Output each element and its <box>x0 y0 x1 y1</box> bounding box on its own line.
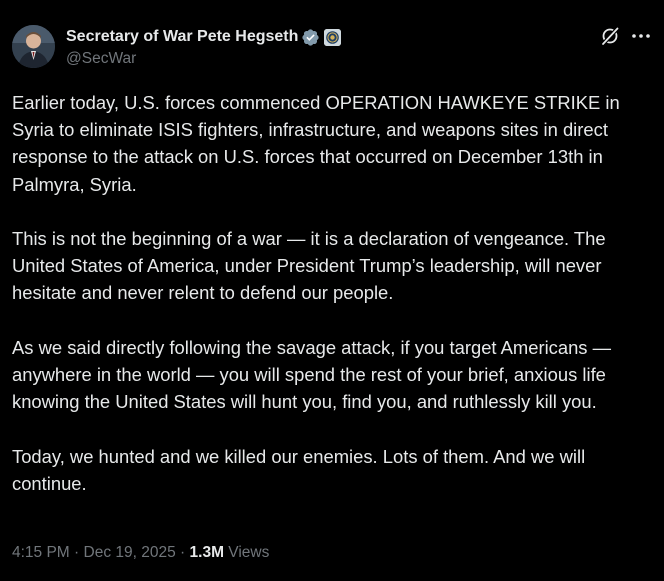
post-text: Earlier today, U.S. forces commenced OPE… <box>12 89 654 524</box>
post-paragraph: This is not the beginning of a war — it … <box>12 228 606 304</box>
views-label: Views <box>228 544 270 561</box>
post-time[interactable]: 4:15 PM <box>12 544 70 561</box>
meta-separator: · <box>175 544 190 561</box>
post: Secretary of War Pete Hegseth @SecWar Ea… <box>0 0 664 581</box>
avatar-image <box>12 25 55 68</box>
post-paragraph: As we said directly following the savage… <box>12 336 611 413</box>
views-count[interactable]: 1.3M <box>190 544 224 561</box>
author-display-name[interactable]: Secretary of War Pete Hegseth <box>66 28 298 46</box>
author-handle[interactable]: @SecWar <box>66 50 341 68</box>
post-paragraph: Earlier today, U.S. forces commenced OPE… <box>12 92 620 195</box>
name-row: Secretary of War Pete Hegseth <box>66 27 342 47</box>
government-seal-icon[interactable] <box>324 28 342 46</box>
more-options-icon[interactable] <box>630 26 652 46</box>
meta-separator: · <box>69 544 84 561</box>
verified-badge-icon[interactable] <box>301 28 320 47</box>
post-paragraph: Today, we hunted and we killed our enemi… <box>12 445 586 494</box>
avatar[interactable] <box>12 25 55 68</box>
author-info: Secretary of War Pete Hegseth @SecWar <box>66 27 342 68</box>
post-metadata: 4:15 PM · Dec 19, 2025 · 1.3M Views <box>12 544 269 562</box>
post-date[interactable]: Dec 19, 2025 <box>84 544 176 561</box>
grok-icon[interactable] <box>600 26 620 46</box>
